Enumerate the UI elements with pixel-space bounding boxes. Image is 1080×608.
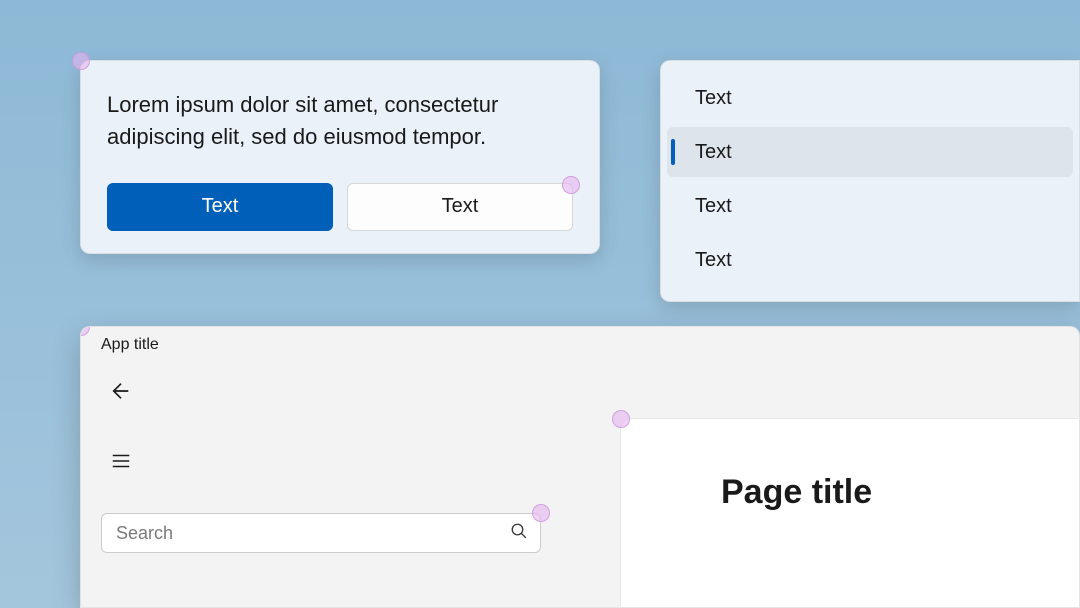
list-panel: Text Text Text Text: [660, 60, 1080, 302]
search-icon: [510, 522, 528, 545]
app-titlebar: App title: [81, 327, 1079, 363]
dialog-card: Lorem ipsum dolor sit amet, consectetur …: [80, 60, 600, 254]
highlight-dot: [532, 504, 550, 522]
list-item[interactable]: Text: [667, 127, 1073, 177]
highlight-dot: [612, 410, 630, 428]
back-button[interactable]: [101, 373, 141, 413]
list-item-label: Text: [695, 87, 732, 110]
list-item-label: Text: [695, 249, 732, 272]
back-arrow-icon: [110, 380, 132, 407]
page-title: Page title: [721, 473, 1079, 512]
dialog-primary-button[interactable]: Text: [107, 183, 333, 231]
list-item[interactable]: Text: [667, 181, 1073, 231]
search-box[interactable]: [101, 513, 541, 553]
highlight-dot: [562, 176, 580, 194]
hamburger-button[interactable]: [101, 443, 141, 483]
list-item[interactable]: Text: [667, 235, 1073, 285]
content-pane: Page title: [621, 419, 1079, 607]
dialog-body-text: Lorem ipsum dolor sit amet, consectetur …: [107, 89, 573, 153]
hamburger-icon: [110, 450, 132, 477]
dialog-secondary-button-label: Text: [442, 195, 479, 218]
list-item[interactable]: Text: [667, 73, 1073, 123]
nav-pane: [81, 363, 561, 607]
highlight-dot: [72, 52, 90, 70]
dialog-primary-button-label: Text: [202, 195, 239, 218]
app-title: App title: [101, 336, 159, 354]
app-body: Page title: [81, 363, 1079, 607]
dialog-secondary-button[interactable]: Text: [347, 183, 573, 231]
app-window: App title Page titl: [80, 326, 1080, 608]
list-item-label: Text: [695, 141, 732, 164]
search-input[interactable]: [116, 523, 510, 544]
dialog-button-row: Text Text: [107, 183, 573, 231]
list-item-label: Text: [695, 195, 732, 218]
